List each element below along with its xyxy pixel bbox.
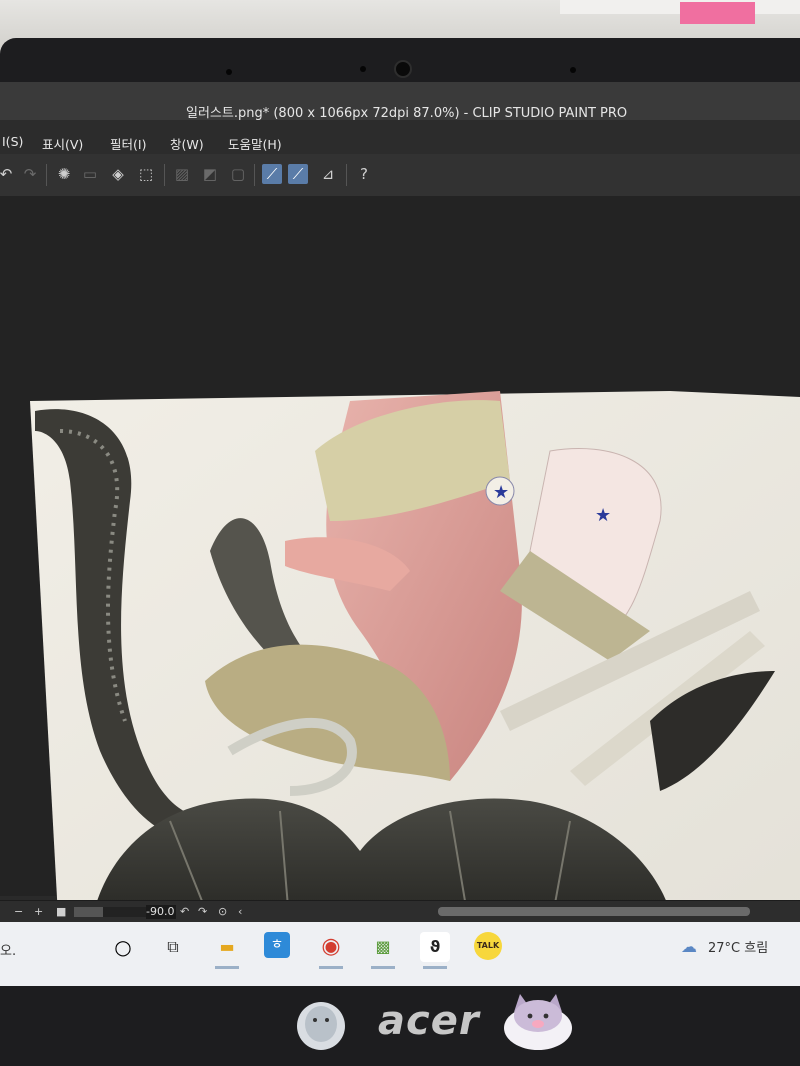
canvas-area[interactable]: ★ ★: [0, 196, 800, 953]
kakaotalk-icon[interactable]: TALK: [474, 932, 502, 960]
zoom-slider[interactable]: [74, 907, 146, 917]
deselect-icon[interactable]: ✺: [54, 164, 74, 184]
weather-text[interactable]: 27°C 흐림: [708, 937, 768, 956]
zoom-out-icon[interactable]: −: [14, 904, 23, 920]
rotation-angle-field[interactable]: -90.0: [146, 905, 176, 919]
flip-icon[interactable]: ‹: [238, 904, 242, 920]
window-titlebar[interactable]: 일러스트.png* (800 x 1066px 72dpi 87.0%) - C…: [0, 82, 800, 121]
menu-item-window[interactable]: 창(W): [170, 134, 204, 153]
transform-icon[interactable]: ⬚: [136, 164, 156, 184]
hangul-icon[interactable]: ㅎ: [264, 932, 290, 958]
photo-app-indicator: [371, 966, 395, 969]
ruler-icon[interactable]: ▨: [172, 164, 192, 184]
toolbar-separator: [346, 164, 347, 186]
toolbar-separator: [164, 164, 165, 186]
laptop-bottom-bezel: acer: [0, 986, 800, 1066]
background-sticky-note: [680, 2, 755, 24]
menu-item-view[interactable]: 표시(V): [42, 134, 83, 153]
artwork-star-icon-second: ★: [595, 505, 611, 526]
zoom-in-icon[interactable]: +: [34, 904, 43, 920]
window-title: 일러스트.png* (800 x 1066px 72dpi 87.0%) - C…: [186, 106, 628, 121]
file-explorer-indicator: [215, 966, 239, 969]
reset-rotation-icon[interactable]: ⊙: [218, 904, 227, 920]
search-box-text[interactable]: 오.: [0, 940, 16, 959]
laptop-screen: 일러스트.png* (800 x 1066px 72dpi 87.0%) - C…: [0, 82, 800, 986]
zoom-stop-icon[interactable]: ■: [56, 904, 66, 920]
character-sticker-left: [297, 1002, 345, 1050]
task-view-icon[interactable]: ⧉: [158, 932, 188, 962]
rotate-right-icon[interactable]: ↷: [198, 904, 207, 920]
bezel-sensor-left: [226, 69, 232, 75]
horizontal-scrollbar[interactable]: [438, 907, 750, 916]
toolbar-separator: [46, 164, 47, 186]
menu-item-help[interactable]: 도움말(H): [228, 134, 282, 153]
frame-icon[interactable]: ▢: [228, 164, 248, 184]
clip-studio-indicator: [423, 966, 447, 969]
bezel-sensor-mid: [360, 66, 366, 72]
clip-studio-icon[interactable]: ϑ: [420, 932, 450, 962]
command-toolbar: ↶ ↷ ✺ ▭ ◈ ⬚ ▨ ◩ ▢ ⟋ ⟋ ⊿ ?: [0, 154, 800, 197]
artwork-canvas[interactable]: ★ ★: [30, 391, 800, 971]
snap-ruler-icon[interactable]: ⟋: [262, 164, 282, 184]
windows-taskbar: 오. ○ ⧉ ▬ ㅎ ◉ ▩ ϑ TALK ☁ 27°C 흐림: [0, 922, 800, 986]
snap-special-ruler-icon[interactable]: ⟋: [288, 164, 308, 184]
file-explorer-icon[interactable]: ▬: [212, 932, 242, 962]
rotate-left-icon[interactable]: ↶: [180, 904, 189, 920]
toolbar-separator: [254, 164, 255, 186]
artwork-star-icon: ★: [493, 482, 509, 503]
chrome-icon[interactable]: ◉: [316, 932, 346, 962]
cortana-icon[interactable]: ○: [108, 932, 138, 962]
snap-grid-icon[interactable]: ⊿: [318, 164, 338, 184]
photo-app-icon[interactable]: ▩: [368, 932, 398, 962]
cat-sticker-right: [504, 994, 572, 1050]
gradient-icon[interactable]: ◩: [200, 164, 220, 184]
webcam: [394, 60, 412, 78]
menu-item-select[interactable]: I(S): [2, 134, 23, 149]
undo-icon[interactable]: ↶: [0, 164, 16, 184]
chrome-indicator: [319, 966, 343, 969]
redo-icon[interactable]: ↷: [20, 164, 40, 184]
menu-item-filter[interactable]: 필터(I): [110, 134, 146, 153]
bezel-sensor-right: [570, 67, 576, 73]
help-icon[interactable]: ?: [354, 164, 374, 184]
menu-bar: I(S) 표시(V) 필터(I) 창(W) 도움말(H): [0, 120, 800, 154]
cloud-icon: ☁: [681, 937, 697, 956]
brand-logo: acer: [378, 998, 480, 1044]
fill-icon[interactable]: ◈: [108, 164, 128, 184]
clear-icon[interactable]: ▭: [80, 164, 100, 184]
status-bar: − + ■ -90.0 ↶ ↷ ⊙ ‹: [0, 900, 800, 923]
